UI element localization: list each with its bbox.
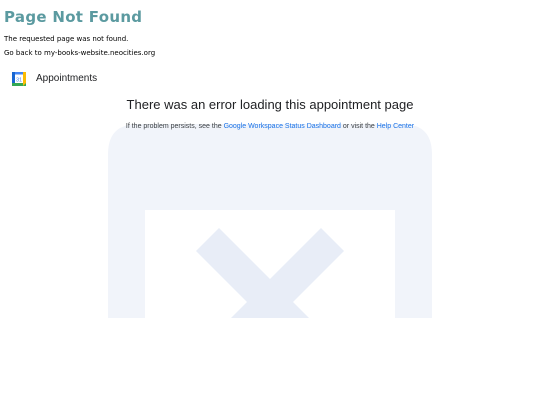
help-middle: or visit the: [340, 123, 377, 130]
error-heading: There was an error loading this appointm…: [126, 97, 414, 112]
home-link[interactable]: my-books-website.neocities.org: [44, 49, 155, 57]
error-illustration: [108, 124, 432, 318]
help-prefix: If the problem persists, see the: [125, 123, 224, 130]
not-found-message: The requested page was not found.: [4, 35, 129, 43]
status-dashboard-link[interactable]: Google Workspace Status Dashboard: [224, 123, 341, 130]
go-back-line: Go back to my-books-website.neocities.or…: [4, 49, 155, 57]
app-title: Appointments: [36, 73, 98, 84]
error-help-text: If the problem persists, see the Google …: [0, 123, 540, 130]
go-back-prefix: Go back to: [4, 49, 45, 57]
calendar-icon-day: 31: [16, 77, 22, 83]
page-not-found-title: Page Not Found: [4, 8, 143, 26]
calendar-icon: 31: [12, 72, 26, 86]
help-center-link[interactable]: Help Center: [377, 123, 414, 130]
